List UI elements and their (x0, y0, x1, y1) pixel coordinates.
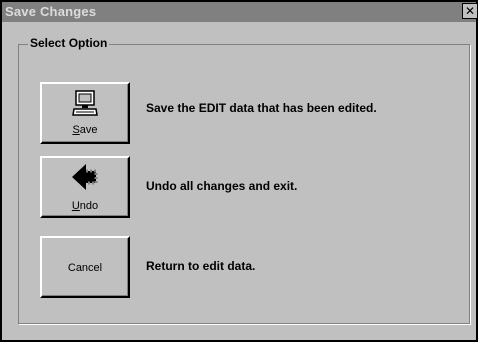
undo-arrow-icon (72, 164, 98, 190)
save-description: Save the EDIT data that has been edited. (146, 101, 377, 115)
save-button-label: Save (72, 124, 98, 136)
window-title: Save Changes (5, 4, 97, 19)
group-label: Select Option (28, 36, 110, 50)
cancel-button[interactable]: Cancel (40, 236, 130, 298)
computer-icon (72, 90, 98, 116)
close-icon: ✕ (464, 4, 476, 18)
cancel-description: Return to edit data. (146, 259, 256, 273)
close-button[interactable]: ✕ (462, 3, 478, 19)
undo-button-label: Undo (71, 200, 99, 212)
undo-button[interactable]: Undo (40, 156, 130, 218)
save-button[interactable]: Save (40, 82, 130, 144)
undo-description: Undo all changes and exit. (146, 179, 298, 193)
title-bar: Save Changes ✕ (2, 2, 478, 22)
cancel-button-label: Cancel (67, 262, 103, 274)
